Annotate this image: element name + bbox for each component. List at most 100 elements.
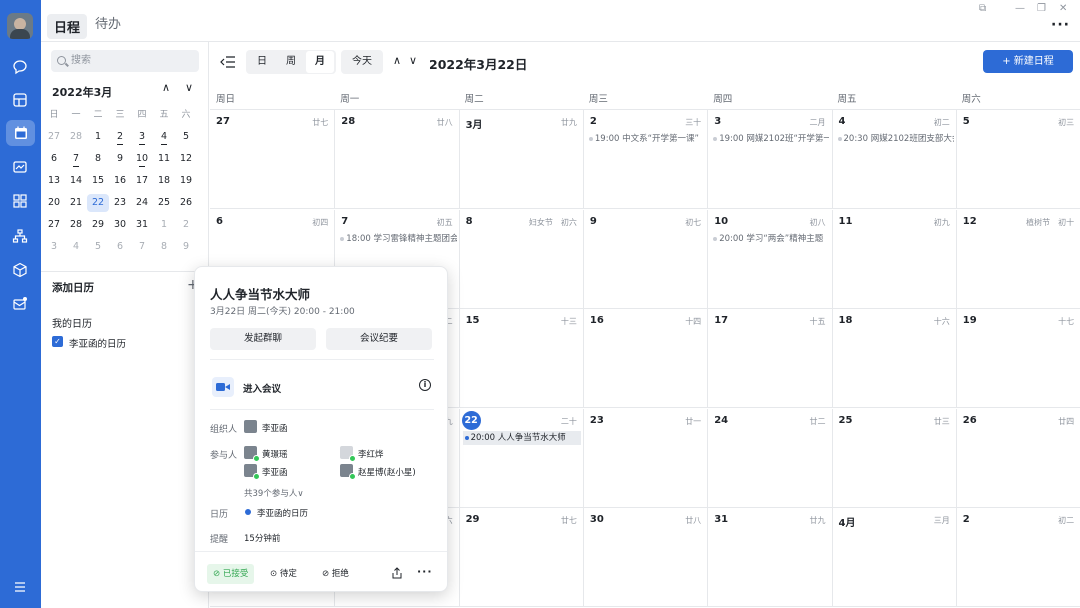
day-cell[interactable]: 30 廿八 — [582, 508, 707, 607]
mail-icon[interactable] — [10, 293, 30, 313]
apps-icon[interactable] — [10, 191, 30, 211]
mini-prev-month-icon[interactable]: ∧ — [162, 81, 170, 94]
collapse-sidebar-icon[interactable] — [220, 55, 236, 69]
user-avatar[interactable] — [7, 13, 33, 39]
event-chip[interactable]: 20:00 学习“两会”精神主题 — [711, 232, 829, 246]
day-cell[interactable]: 19 十七 — [955, 309, 1080, 408]
mini-day[interactable]: 14 — [65, 172, 87, 190]
mini-day[interactable]: 20 — [43, 194, 65, 212]
mini-next-month-icon[interactable]: ∨ — [185, 81, 193, 94]
day-cell[interactable]: 23 廿一 — [582, 408, 707, 508]
mini-day[interactable]: 8 — [87, 150, 109, 168]
tentative-button[interactable]: ⊙ 待定 — [270, 564, 297, 584]
mini-day[interactable]: 2 — [175, 216, 197, 234]
mini-day[interactable]: 23 — [109, 194, 131, 212]
mini-day[interactable]: 6 — [109, 238, 131, 256]
restore-icon[interactable]: ❐ — [1037, 3, 1046, 14]
view-month-button[interactable]: 月 — [306, 51, 334, 73]
calendar-icon[interactable] — [6, 120, 35, 146]
view-week-button[interactable]: 周 — [277, 51, 305, 73]
mini-day[interactable]: 24 — [131, 194, 153, 212]
mini-day[interactable]: 31 — [131, 216, 153, 234]
mini-day[interactable]: 3 — [43, 238, 65, 256]
close-window-icon[interactable]: ✕ — [1059, 3, 1067, 14]
day-cell[interactable]: 10 初八 20:00 学习“两会”精神主题 — [707, 209, 831, 309]
tab-schedule[interactable]: 日程 — [47, 14, 88, 39]
mini-day[interactable]: 25 — [153, 194, 175, 212]
mini-day[interactable]: 16 — [109, 172, 131, 190]
day-cell[interactable]: 17 十五 — [707, 309, 831, 408]
more-options-icon[interactable]: ··· — [1051, 17, 1070, 33]
day-cell[interactable]: 3月 廿九 — [458, 110, 583, 209]
info-icon[interactable]: i — [419, 379, 431, 391]
day-cell[interactable]: 31 廿九 — [707, 508, 831, 607]
day-cell[interactable]: 26 廿四 — [955, 408, 1080, 508]
mini-day[interactable]: 26 — [175, 194, 197, 212]
mini-day[interactable]: 11 — [153, 150, 175, 168]
mini-day[interactable]: 8 — [153, 238, 175, 256]
mini-day[interactable]: 21 — [65, 194, 87, 212]
mini-day[interactable]: 12 — [175, 150, 197, 168]
cube-icon[interactable] — [10, 260, 30, 280]
day-cell[interactable]: 28 廿八 — [334, 110, 458, 209]
menu-icon[interactable] — [10, 577, 30, 597]
mini-day[interactable]: 2 — [109, 128, 131, 146]
day-cell[interactable]: 4月 三月 — [831, 508, 956, 607]
day-cell[interactable]: 11 初九 — [831, 209, 956, 309]
start-group-chat-button[interactable]: 发起群聊 — [210, 328, 316, 350]
join-meeting-link[interactable]: 进入会议 — [243, 381, 281, 395]
event-chip[interactable]: 18:00 学习雷锋精神主题团会 — [338, 232, 457, 246]
minimize-icon[interactable]: — — [1015, 3, 1025, 14]
day-cell[interactable]: 15 十三 — [458, 309, 583, 408]
day-cell[interactable]: 27 廿七 — [210, 110, 334, 209]
day-cell[interactable]: 2 初二 — [955, 508, 1080, 607]
show-all-attendees-link[interactable]: 共39个参与人∨ — [244, 487, 304, 499]
mini-day[interactable]: 9 — [109, 150, 131, 168]
event-chip[interactable]: 20:30 网媒2102班团支部大会 — [836, 132, 954, 146]
new-event-button[interactable]: + 新建日程 — [983, 50, 1073, 73]
day-cell[interactable]: 12 初十 植树节 — [955, 209, 1080, 309]
mini-day[interactable]: 19 — [175, 172, 197, 190]
org-icon[interactable] — [10, 226, 30, 246]
day-cell[interactable]: 5 初三 — [955, 110, 1080, 209]
mini-day[interactable]: 22 — [87, 194, 109, 212]
mini-day[interactable]: 3 — [131, 128, 153, 146]
docs-icon[interactable] — [10, 157, 30, 177]
mini-day[interactable]: 28 — [65, 128, 87, 146]
accept-button[interactable]: ⊘ 已接受 — [207, 564, 255, 584]
day-cell[interactable]: 22 二十 20:00 人人争当节水大师 — [458, 408, 583, 508]
mini-day[interactable]: 30 — [109, 216, 131, 234]
mini-day[interactable]: 29 — [87, 216, 109, 234]
day-cell[interactable]: 24 廿二 — [707, 408, 831, 508]
tab-todo[interactable]: 待办 — [95, 13, 121, 32]
mini-day[interactable]: 5 — [175, 128, 197, 146]
mini-day[interactable]: 13 — [43, 172, 65, 190]
day-cell[interactable]: 3 二月 19:00 网媒2102班“开学第一 — [707, 110, 831, 209]
chat-icon[interactable] — [10, 57, 30, 77]
day-cell[interactable]: 9 初七 — [582, 209, 707, 309]
mini-day[interactable]: 6 — [43, 150, 65, 168]
day-cell[interactable]: 4 初二 20:30 网媒2102班团支部大会 — [831, 110, 956, 209]
day-cell[interactable]: 16 十四 — [582, 309, 707, 408]
mini-day[interactable]: 9 — [175, 238, 197, 256]
mini-day[interactable]: 27 — [43, 128, 65, 146]
mini-day[interactable]: 28 — [65, 216, 87, 234]
mini-day[interactable]: 7 — [65, 150, 87, 168]
mini-day[interactable]: 17 — [131, 172, 153, 190]
workspace-icon[interactable] — [10, 90, 30, 110]
mini-day[interactable]: 15 — [87, 172, 109, 190]
mini-day[interactable]: 4 — [153, 128, 175, 146]
mini-day[interactable]: 18 — [153, 172, 175, 190]
today-button[interactable]: 今天 — [341, 50, 383, 74]
event-chip[interactable]: 20:00 人人争当节水大师 — [462, 430, 581, 445]
mini-day[interactable]: 4 — [65, 238, 87, 256]
calendar-checkbox[interactable]: ✓ — [52, 336, 63, 347]
mini-day[interactable]: 5 — [87, 238, 109, 256]
view-day-button[interactable]: 日 — [248, 51, 276, 73]
day-cell[interactable]: 29 廿七 — [458, 508, 583, 607]
search-input[interactable]: 搜索 — [51, 50, 199, 72]
mini-day[interactable]: 27 — [43, 216, 65, 234]
day-cell[interactable]: 2 三十 19:00 中文系“开学第一课” — [582, 110, 707, 209]
event-chip[interactable]: 19:00 中文系“开学第一课” — [587, 132, 705, 146]
decline-button[interactable]: ⊘ 拒绝 — [322, 564, 349, 584]
